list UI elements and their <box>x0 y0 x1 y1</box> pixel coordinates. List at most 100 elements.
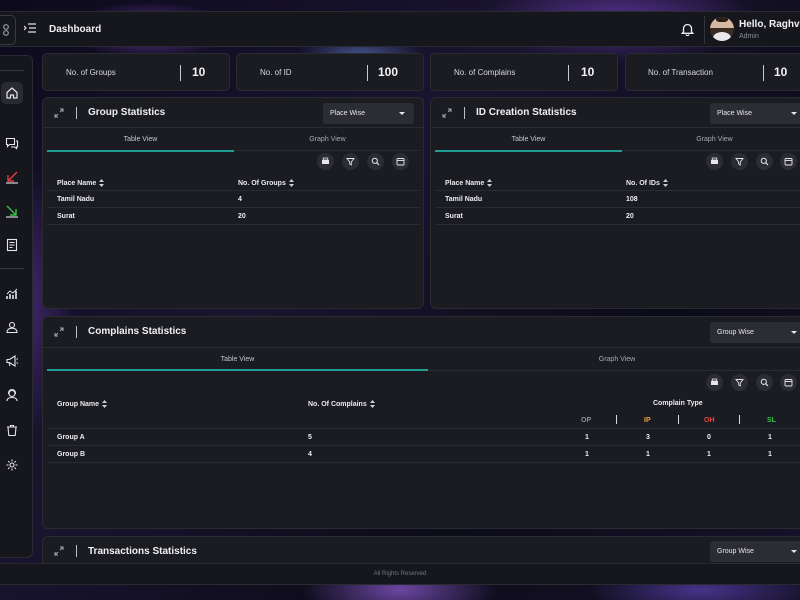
sidebar-item-trash[interactable] <box>1 419 23 441</box>
print-icon <box>711 378 718 385</box>
sidebar-item-support[interactable] <box>1 384 23 406</box>
sidebar-item-analytics[interactable] <box>1 283 23 305</box>
sidebar-item-campaigns[interactable] <box>1 350 23 372</box>
report-icon <box>6 238 18 252</box>
place-wise-dropdown[interactable]: Place Wise <box>323 103 414 124</box>
sidebar-item-incoming[interactable] <box>1 200 23 222</box>
expand-icon[interactable] <box>442 108 452 118</box>
print-icon <box>322 157 329 164</box>
table-cell: 1 <box>707 451 711 458</box>
sort-icon <box>288 179 294 187</box>
table-row[interactable]: Tamil Nadu 108 <box>435 191 800 208</box>
calendar-button[interactable] <box>392 153 409 170</box>
stat-value: 10 <box>581 65 595 79</box>
dropdown-label: Place Wise <box>717 110 753 117</box>
table-row[interactable]: Group B 4 1 1 1 1 <box>47 446 800 463</box>
column-label: Place Name <box>57 179 97 187</box>
divider <box>568 65 569 81</box>
sidebar-item-outgoing[interactable] <box>1 166 23 188</box>
panel-header: ID Creation Statistics Place Wise <box>431 98 800 128</box>
id-creation-statistics-panel: ID Creation Statistics Place Wise Table … <box>430 97 800 309</box>
app-logo[interactable] <box>0 15 16 45</box>
search-button[interactable] <box>367 153 384 170</box>
calendar-icon <box>396 158 405 166</box>
calendar-icon <box>784 379 793 387</box>
tab-graph-view[interactable]: Graph View <box>428 350 800 370</box>
filter-button[interactable] <box>731 153 748 170</box>
print-icon <box>711 157 718 164</box>
user-name: Hello, Raghva <box>739 19 800 30</box>
sidebar-item-home[interactable] <box>1 82 23 104</box>
filter-button[interactable] <box>731 374 748 391</box>
column-header-no-of-complains[interactable]: No. Of Complains <box>308 400 375 408</box>
tab-graph-view[interactable]: Graph View <box>234 131 421 151</box>
support-icon <box>6 389 18 402</box>
caret-down-icon <box>791 112 797 115</box>
dropdown-label: Place Wise <box>330 110 366 117</box>
panel-title: Group Statistics <box>88 107 166 118</box>
group-wise-dropdown[interactable]: Group Wise <box>710 541 800 562</box>
table-cell: Tamil Nadu <box>57 196 95 203</box>
type-ip-label: IP <box>644 417 651 424</box>
bell-icon[interactable] <box>681 22 694 36</box>
stat-card-transactions: No. of Transaction 10 <box>625 53 800 91</box>
sidebar-item-settings[interactable] <box>1 454 23 476</box>
expand-icon[interactable] <box>54 546 64 556</box>
table-row[interactable]: Tamil Nadu 4 <box>47 191 421 208</box>
table-cell: 5 <box>308 434 312 441</box>
table-row[interactable]: Surat 20 <box>47 208 421 225</box>
sidebar-item-reports[interactable] <box>1 234 23 256</box>
group-wise-dropdown[interactable]: Group Wise <box>710 322 800 343</box>
tab-table-view[interactable]: Table View <box>47 131 234 152</box>
table-cell: Group A <box>57 434 85 441</box>
search-icon <box>760 157 769 166</box>
column-header-group-name[interactable]: Group Name <box>57 400 108 408</box>
sidebar-item-chat[interactable] <box>1 132 23 154</box>
search-button[interactable] <box>756 374 773 391</box>
table-cell: 20 <box>626 213 634 220</box>
table-row[interactable]: Group A 5 1 3 0 1 <box>47 429 800 446</box>
divider <box>464 107 465 119</box>
print-button[interactable] <box>317 153 334 170</box>
footer-text: All Rights Reserved <box>373 571 427 577</box>
column-header-place-name[interactable]: Place Name <box>57 179 105 187</box>
print-button[interactable] <box>706 153 723 170</box>
table-cell: 3 <box>646 434 650 441</box>
panel-header: Complains Statistics Group Wise <box>43 317 800 348</box>
column-label: No. Of IDs <box>626 179 660 187</box>
panel-title: Complains Statistics <box>88 326 187 337</box>
complains-statistics-panel: Complains Statistics Group Wise Table Vi… <box>42 316 800 529</box>
sidebar-item-users[interactable] <box>1 316 23 338</box>
menu-icon[interactable] <box>24 23 36 33</box>
search-button[interactable] <box>756 153 773 170</box>
filter-icon <box>735 379 744 387</box>
column-label: Place Name <box>445 179 485 187</box>
tab-graph-view[interactable]: Graph View <box>622 131 800 151</box>
sidebar <box>0 55 33 558</box>
column-header-no-of-ids[interactable]: No. Of IDs <box>626 179 668 187</box>
calendar-button[interactable] <box>780 374 797 391</box>
place-wise-dropdown[interactable]: Place Wise <box>710 103 800 124</box>
expand-icon[interactable] <box>54 327 64 337</box>
table-cell: 4 <box>238 196 242 203</box>
table-header-row: Place Name No. Of Groups <box>47 173 421 191</box>
calendar-button[interactable] <box>780 153 797 170</box>
avatar[interactable] <box>710 17 734 41</box>
divider <box>616 415 617 424</box>
type-oh-label: OH <box>704 417 715 424</box>
expand-icon[interactable] <box>54 108 64 118</box>
print-button[interactable] <box>706 374 723 391</box>
filter-button[interactable] <box>342 153 359 170</box>
group-statistics-panel: Group Statistics Place Wise Table View G… <box>42 97 424 309</box>
tab-table-view[interactable]: Table View <box>47 350 428 371</box>
divider <box>704 16 705 44</box>
column-header-place-name[interactable]: Place Name <box>445 179 493 187</box>
column-header-no-of-groups[interactable]: No. Of Groups <box>238 179 294 187</box>
panel-title: ID Creation Statistics <box>476 107 577 118</box>
search-icon <box>760 378 769 387</box>
table-row[interactable]: Surat 20 <box>435 208 800 225</box>
dropdown-label: Group Wise <box>717 548 754 555</box>
tab-table-view[interactable]: Table View <box>435 131 622 152</box>
stat-label: No. of Complains <box>454 68 516 77</box>
column-header-complain-type: Complain Type <box>653 400 703 407</box>
